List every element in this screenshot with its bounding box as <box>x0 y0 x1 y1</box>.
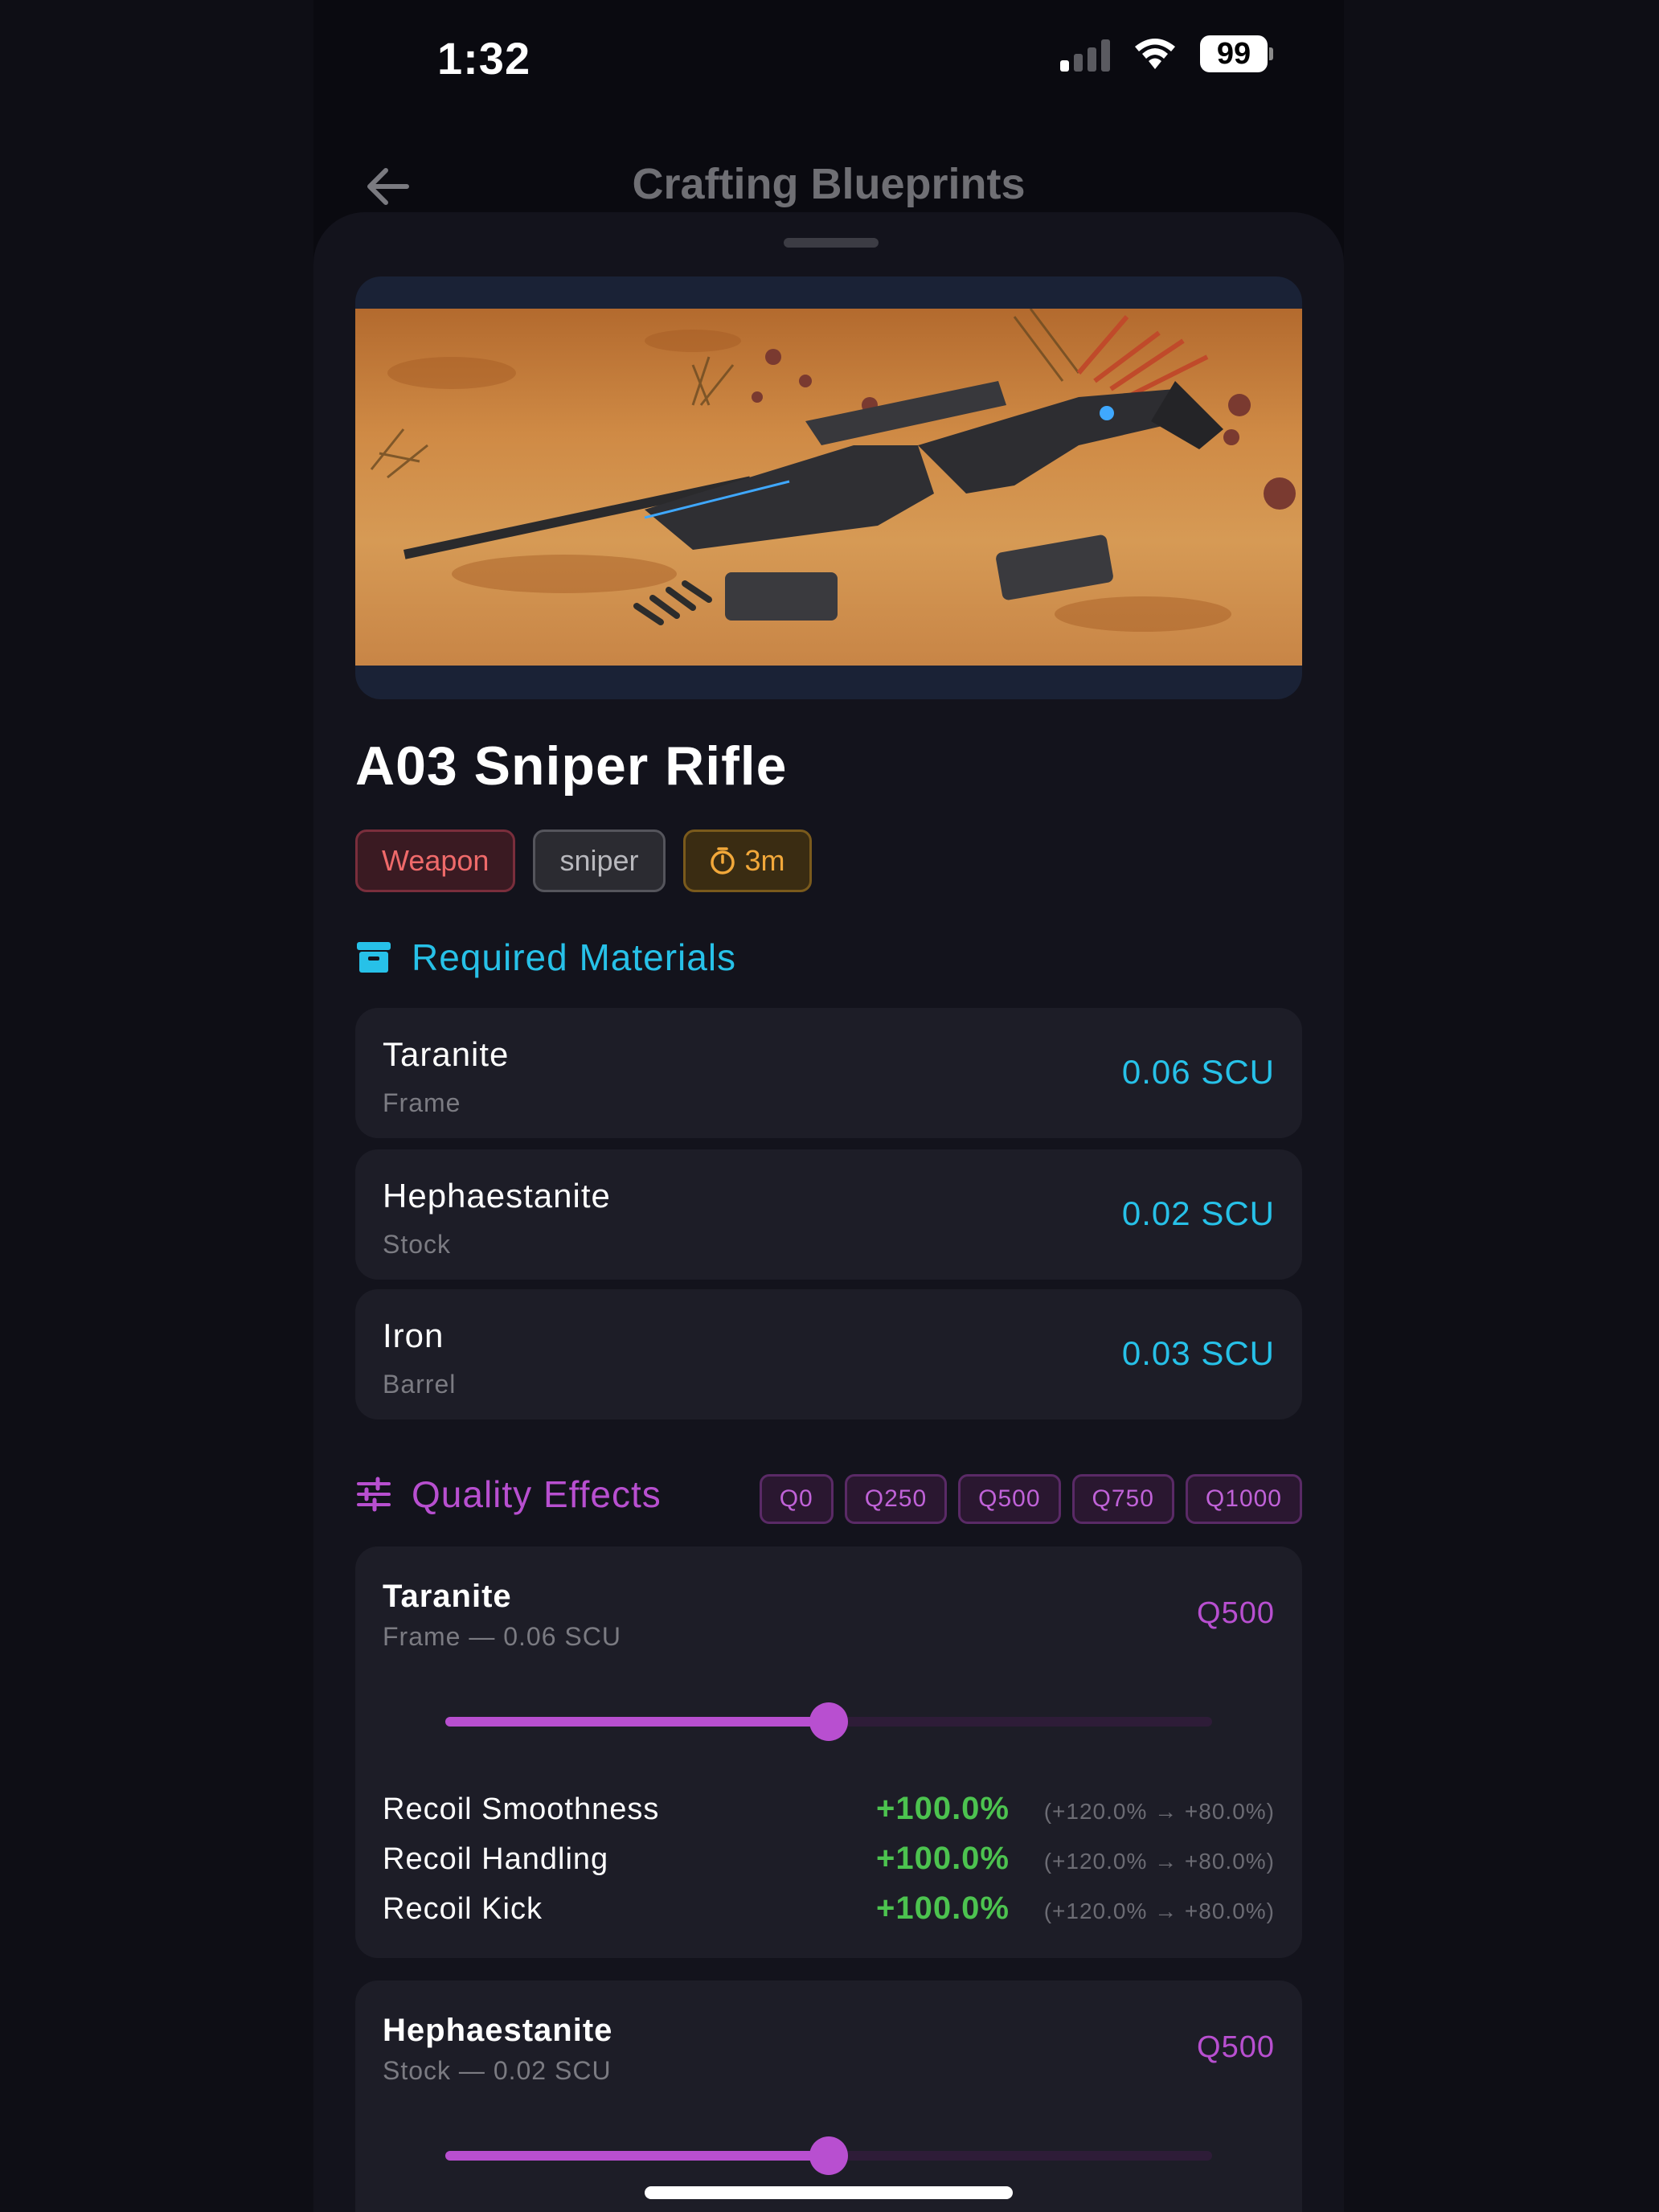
effect-row: Recoil Smoothness +100.0% (+120.0% → +80… <box>383 1786 1275 1834</box>
required-materials-heading: Required Materials <box>355 936 736 979</box>
material-row[interactable]: Hephaestanite Stock 0.02 SCU <box>355 1149 1302 1280</box>
battery-icon: 99 <box>1200 35 1273 72</box>
effect-value: +100.0% <box>875 1841 1010 1876</box>
item-tags: Weapon sniper 3m <box>355 830 812 892</box>
hero-image-frame <box>355 276 1302 699</box>
stopwatch-icon <box>710 847 735 875</box>
quality-slider-fill <box>445 1717 829 1727</box>
quality-card-material: Hephaestanite <box>383 2013 613 2048</box>
sniper-rifle-image <box>355 308 1302 666</box>
sheet-grabber[interactable] <box>784 238 879 248</box>
material-amount: 0.03 SCU <box>1121 1334 1275 1372</box>
quality-slider[interactable] <box>445 1702 1212 1741</box>
effect-row: Recoil Handling +100.0% (+120.0% → +80.0… <box>383 1836 1275 1884</box>
quality-preset-q500[interactable]: Q500 <box>958 1474 1061 1524</box>
quality-preset-q750[interactable]: Q750 <box>1071 1474 1174 1524</box>
category-tag[interactable]: Weapon <box>355 830 516 892</box>
material-part: Barrel <box>383 1370 457 1399</box>
craft-time-tag[interactable]: 3m <box>682 830 812 892</box>
material-row[interactable]: Iron Barrel 0.03 SCU <box>355 1289 1302 1419</box>
status-time: 1:32 <box>437 33 531 84</box>
material-name: Taranite <box>383 1035 510 1073</box>
quality-level-value: Q500 <box>1197 1596 1275 1630</box>
quality-effects-title: Quality Effects <box>412 1473 662 1515</box>
material-amount: 0.02 SCU <box>1121 1194 1275 1232</box>
quality-slider-fill <box>445 2151 829 2161</box>
item-title: A03 Sniper Rifle <box>355 735 788 797</box>
quality-preset-q0[interactable]: Q0 <box>759 1474 834 1524</box>
quality-slider-thumb[interactable] <box>809 1702 848 1741</box>
quality-card-detail: Stock — 0.02 SCU <box>383 2056 612 2085</box>
detail-sheet[interactable]: A03 Sniper Rifle Weapon sniper 3m Requir… <box>313 212 1344 2212</box>
effect-value: +100.0% <box>875 1890 1010 1926</box>
quality-preset-q1000[interactable]: Q1000 <box>1185 1474 1302 1524</box>
effect-name: Recoil Kick <box>383 1892 543 1926</box>
home-indicator[interactable] <box>645 2186 1013 2199</box>
quality-card: Hephaestanite Stock — 0.02 SCU Q500 <box>355 1981 1302 2212</box>
battery-level: 99 <box>1200 35 1268 72</box>
required-materials-title: Required Materials <box>412 936 737 978</box>
quality-card: Taranite Frame — 0.06 SCU Q500 Recoil Sm… <box>355 1546 1302 1958</box>
quality-card-material: Taranite <box>383 1579 512 1614</box>
quality-effects-heading: Quality Effects <box>355 1473 662 1516</box>
quality-level-value: Q500 <box>1197 2030 1275 2064</box>
effect-name: Recoil Smoothness <box>383 1792 660 1826</box>
nav-title: Crafting Blueprints <box>632 160 1026 208</box>
quality-slider[interactable] <box>445 2136 1212 2175</box>
phone-screen: 1:32 99 Crafting Blueprints A03 Sniper R… <box>313 0 1344 2212</box>
quality-slider-thumb[interactable] <box>809 2136 848 2175</box>
material-part: Stock <box>383 1230 452 1259</box>
effect-range: (+120.0% → +80.0%) <box>1043 1899 1275 1923</box>
cellular-signal-icon <box>1060 36 1110 72</box>
sliders-icon <box>357 1477 391 1512</box>
effect-range: (+120.0% → +80.0%) <box>1043 1799 1275 1824</box>
effect-range: (+120.0% → +80.0%) <box>1043 1849 1275 1874</box>
effect-row: Recoil Kick +100.0% (+120.0% → +80.0%) <box>383 1886 1275 1934</box>
material-part: Frame <box>383 1088 461 1117</box>
material-row[interactable]: Taranite Frame 0.06 SCU <box>355 1008 1302 1138</box>
material-name: Iron <box>383 1317 444 1354</box>
effect-value: +100.0% <box>875 1791 1010 1826</box>
material-name: Hephaestanite <box>383 1177 611 1215</box>
quality-card-detail: Frame — 0.06 SCU <box>383 1622 621 1651</box>
quality-presets: Q0 Q250 Q500 Q750 Q1000 <box>759 1474 1302 1524</box>
effect-name: Recoil Handling <box>383 1842 609 1876</box>
type-tag[interactable]: sniper <box>533 830 666 892</box>
wifi-icon <box>1135 39 1175 69</box>
status-icons: 99 <box>1060 35 1273 72</box>
quality-preset-q250[interactable]: Q250 <box>844 1474 948 1524</box>
archive-box-icon <box>357 942 391 973</box>
craft-time-label: 3m <box>744 844 785 877</box>
material-amount: 0.06 SCU <box>1121 1053 1275 1091</box>
